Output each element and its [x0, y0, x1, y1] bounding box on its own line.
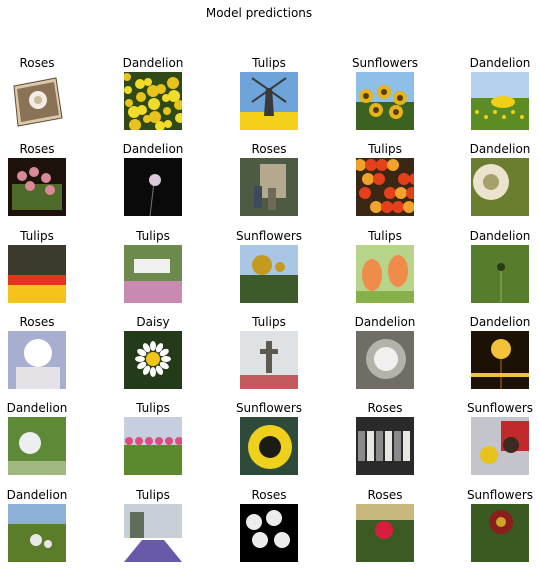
flower-image — [124, 417, 182, 475]
flower-image — [124, 72, 182, 130]
prediction-label: Dandelion — [469, 315, 531, 329]
flower-image — [240, 245, 298, 303]
flower-image — [471, 158, 529, 216]
flower-image — [356, 72, 414, 130]
flower-image — [356, 504, 414, 562]
flower-image — [8, 331, 66, 389]
flower-image — [356, 331, 414, 389]
flower-image — [356, 417, 414, 475]
flower-image — [240, 417, 298, 475]
flower-image — [8, 245, 66, 303]
flower-image — [471, 417, 529, 475]
flower-image — [471, 504, 529, 562]
prediction-label: Sunflowers — [466, 401, 534, 415]
prediction-label: Dandelion — [469, 56, 531, 70]
flower-image — [356, 158, 414, 216]
flower-image — [124, 331, 182, 389]
prediction-label: Sunflowers — [466, 488, 534, 502]
prediction-label: Dandelion — [469, 229, 531, 243]
flower-image — [240, 158, 298, 216]
flower-image — [471, 72, 529, 130]
flower-image — [471, 245, 529, 303]
prediction-label: Dandelion — [469, 142, 531, 156]
flower-image — [356, 245, 414, 303]
flower-image — [124, 504, 182, 562]
flower-image — [124, 245, 182, 303]
figure-title: Model predictions — [205, 6, 313, 20]
flower-image — [124, 158, 182, 216]
flower-image — [471, 331, 529, 389]
flower-image — [240, 504, 298, 562]
flower-image — [8, 72, 66, 130]
flower-image — [240, 72, 298, 130]
flower-image — [240, 331, 298, 389]
flower-image — [8, 158, 66, 216]
flower-image — [8, 504, 66, 562]
flower-image — [8, 417, 66, 475]
